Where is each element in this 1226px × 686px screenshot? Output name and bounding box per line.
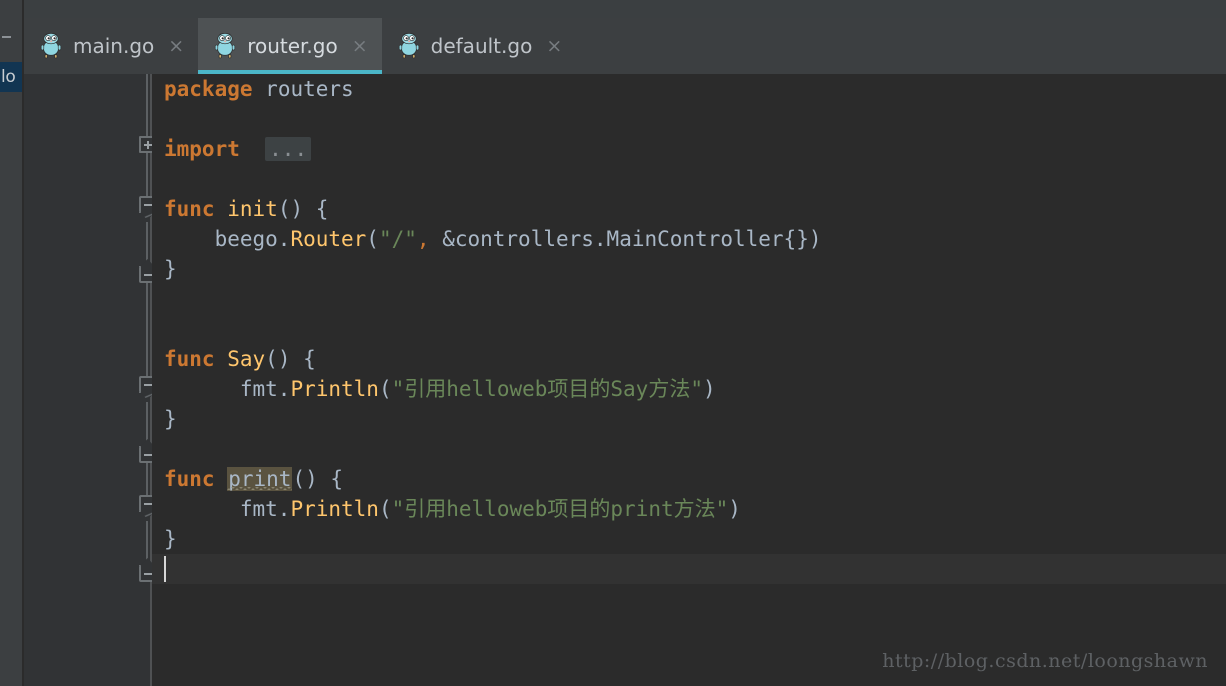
token-string: "引用helloweb项目的print方法" bbox=[391, 497, 729, 521]
tab-label: main.go bbox=[73, 34, 155, 58]
token-comma: , bbox=[416, 227, 430, 251]
token-brace: } bbox=[164, 257, 177, 281]
token-receiver: beego. bbox=[214, 227, 291, 251]
tab-router-go[interactable]: router.go × bbox=[198, 18, 383, 74]
code-line-18: func print() { bbox=[152, 464, 1226, 494]
tab-label: router.go bbox=[247, 34, 338, 58]
token-function-name: init bbox=[227, 197, 278, 221]
token-keyword: package bbox=[164, 77, 253, 101]
tab-default-go[interactable]: default.go × bbox=[382, 18, 577, 74]
fold-rail bbox=[146, 283, 148, 376]
project-tree-selected-item[interactable]: lo bbox=[0, 62, 22, 92]
token-punctuation: () { bbox=[292, 467, 344, 491]
fold-rail bbox=[146, 153, 148, 196]
token-expression: &controllers.MainController{}) bbox=[429, 227, 822, 251]
code-line-15: fmt.Println("引用helloweb项目的Say方法") bbox=[152, 374, 1226, 404]
close-icon[interactable]: × bbox=[546, 36, 562, 56]
token-function-name-warning: print bbox=[227, 467, 293, 491]
token-punctuation: () { bbox=[265, 347, 316, 371]
code-line-11: } bbox=[152, 254, 1226, 284]
token-punctuation: () { bbox=[277, 197, 329, 221]
tab-label: default.go bbox=[430, 34, 533, 58]
tab-main-go[interactable]: main.go × bbox=[24, 18, 198, 74]
token-brace: } bbox=[164, 527, 177, 551]
fold-placeholder[interactable]: ... bbox=[265, 137, 312, 161]
token-string: "/" bbox=[378, 227, 417, 251]
code-line-1: package routers bbox=[152, 74, 1226, 104]
code-editor[interactable]: 1 2 3 8 9 10 11 12 13 14 15 16 17 18 19 … bbox=[24, 74, 1226, 686]
go-gopher-icon bbox=[398, 33, 420, 59]
fold-rail bbox=[146, 74, 148, 136]
token-keyword: func bbox=[164, 197, 215, 221]
go-gopher-icon bbox=[214, 33, 236, 59]
token-keyword: func bbox=[164, 347, 215, 371]
token-receiver: fmt. bbox=[239, 377, 291, 401]
close-icon[interactable]: × bbox=[352, 36, 368, 56]
project-tree-item-label: lo bbox=[1, 67, 16, 87]
close-icon[interactable]: × bbox=[168, 36, 184, 56]
token-punctuation: ) bbox=[728, 497, 741, 521]
token-function-name: Println bbox=[290, 377, 379, 401]
token-function-name: Router bbox=[290, 227, 367, 251]
token-string: "引用helloweb项目的Say方法" bbox=[391, 377, 703, 401]
project-panel-sliver[interactable]: lo bbox=[0, 0, 22, 686]
code-line-16: } bbox=[152, 404, 1226, 434]
fold-rail bbox=[146, 463, 148, 495]
token-package-name: routers bbox=[265, 77, 354, 101]
token-function-name: Println bbox=[290, 497, 379, 521]
code-line-10: beego.Router("/", &controllers.MainContr… bbox=[152, 224, 1226, 254]
code-line-14: func Say() { bbox=[152, 344, 1226, 374]
token-receiver: fmt. bbox=[239, 497, 291, 521]
watermark-text: http://blog.csdn.net/loongshawn bbox=[882, 650, 1208, 672]
token-keyword: func bbox=[164, 467, 215, 491]
tabbar-top-spacer bbox=[24, 0, 1226, 18]
code-text-area[interactable]: package routers import ... func init() {… bbox=[152, 74, 1226, 686]
token-punctuation: ( bbox=[378, 377, 392, 401]
token-keyword: import bbox=[164, 137, 240, 161]
token-brace: } bbox=[164, 407, 177, 431]
token-punctuation: ( bbox=[366, 227, 379, 251]
collapse-dash-icon bbox=[2, 36, 11, 38]
go-gopher-icon bbox=[40, 33, 62, 59]
editor-tabbar: main.go × router.go × default.go × bbox=[24, 18, 1226, 74]
code-line-20: } bbox=[152, 524, 1226, 554]
code-line-9: func init() { bbox=[152, 194, 1226, 224]
line-number-gutter[interactable] bbox=[24, 74, 127, 686]
token-punctuation: ) bbox=[702, 377, 716, 401]
token-function-name: Say bbox=[227, 347, 266, 371]
token-punctuation: ( bbox=[378, 497, 392, 521]
ide-window: lo main.go × router.go × default.go × pa… bbox=[0, 0, 1226, 686]
code-line-3: import ... bbox=[152, 134, 1226, 164]
code-line-19: fmt.Println("引用helloweb项目的print方法") bbox=[152, 494, 1226, 524]
